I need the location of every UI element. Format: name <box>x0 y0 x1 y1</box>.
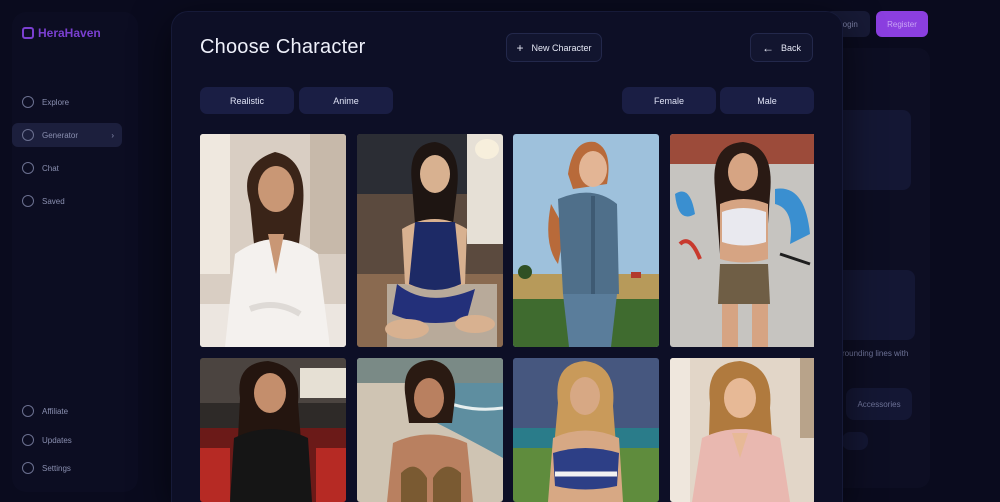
plus-icon: + <box>516 40 524 55</box>
trophy-icon <box>22 405 34 417</box>
character-card[interactable] <box>357 358 503 502</box>
sidebar-item-chat[interactable]: Chat <box>12 156 122 180</box>
chevron-right-icon: › <box>111 130 114 140</box>
character-card[interactable] <box>513 134 659 347</box>
filter-male[interactable]: Male <box>720 87 814 114</box>
sidebar-item-explore[interactable]: Explore <box>12 90 122 114</box>
sidebar-item-generator[interactable]: Generator › <box>12 123 122 147</box>
gear-icon <box>22 462 34 474</box>
refresh-icon <box>22 434 34 446</box>
character-card[interactable] <box>200 358 346 502</box>
choose-character-modal: Choose Character + New Character ← Back … <box>172 12 842 502</box>
panel-chip <box>842 432 868 450</box>
character-card[interactable] <box>670 358 814 502</box>
sidebar-item-label: Explore <box>42 97 70 107</box>
arrow-left-icon: ← <box>761 40 774 55</box>
accessories-button[interactable]: Accessories <box>846 388 912 420</box>
character-photo <box>200 358 346 502</box>
logo-icon <box>22 27 34 39</box>
sidebar-item-label: Settings <box>42 463 71 473</box>
character-photo <box>357 358 503 502</box>
character-photo <box>670 358 814 502</box>
back-label: Back <box>780 42 801 53</box>
image-icon <box>22 129 34 141</box>
modal-title: Choose Character <box>200 36 366 58</box>
character-photo <box>513 134 659 347</box>
sidebar-item-settings[interactable]: Settings <box>12 456 122 480</box>
character-photo <box>670 134 814 347</box>
panel-text: rounding lines with <box>842 349 909 358</box>
character-card[interactable] <box>513 358 659 502</box>
filter-female[interactable]: Female <box>622 87 716 114</box>
compass-icon <box>22 96 34 108</box>
sidebar-item-label: Chat <box>42 163 59 173</box>
logo-text: HeraHaven <box>38 26 101 40</box>
filter-anime[interactable]: Anime <box>299 87 393 114</box>
new-character-button[interactable]: + New Character <box>506 33 602 62</box>
chat-icon <box>22 162 34 174</box>
new-character-label: New Character <box>531 42 592 53</box>
character-photo <box>357 134 503 347</box>
filter-realistic[interactable]: Realistic <box>200 87 294 114</box>
sidebar-item-affiliate[interactable]: Affiliate <box>12 399 122 423</box>
sidebar-item-label: Affiliate <box>42 406 69 416</box>
sidebar-item-label: Updates <box>42 435 72 445</box>
character-grid <box>200 134 814 502</box>
sidebar-item-saved[interactable]: Saved <box>12 189 122 213</box>
sidebar-item-updates[interactable]: Updates <box>12 428 122 452</box>
character-card[interactable] <box>200 134 346 347</box>
sidebar-item-label: Generator <box>42 130 79 140</box>
character-card[interactable] <box>670 134 814 347</box>
character-card[interactable] <box>357 134 503 347</box>
character-photo <box>200 134 346 347</box>
bookmark-icon <box>22 195 34 207</box>
panel-card <box>835 270 915 340</box>
sidebar-item-label: Saved <box>42 196 65 206</box>
register-button[interactable]: Register <box>876 11 928 37</box>
character-photo <box>513 358 659 502</box>
logo: HeraHaven <box>22 26 101 40</box>
back-button[interactable]: ← Back <box>750 33 813 62</box>
panel-card <box>835 110 911 190</box>
